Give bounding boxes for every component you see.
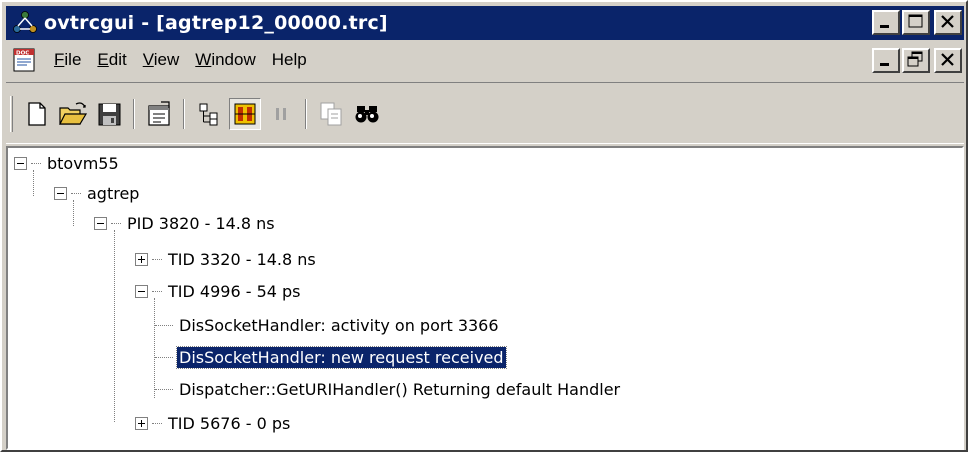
- tree-connector: [31, 162, 41, 164]
- menu-edit-accel: E: [97, 50, 109, 69]
- minimize-icon: [880, 25, 889, 28]
- collapse-icon[interactable]: [94, 216, 107, 230]
- tree-node-label: btovm55: [47, 153, 119, 173]
- open-folder-icon: [59, 102, 88, 125]
- title-bar[interactable]: ovtrcgui - [agtrep12_00000.trc]: [6, 6, 964, 40]
- tree-node[interactable]: Dispatcher::GetURIHandler() Returning de…: [155, 374, 622, 404]
- toolbar: [6, 82, 964, 144]
- tree-node[interactable]: TID 3320 - 14.8 ns: [135, 244, 318, 274]
- properties-button[interactable]: [143, 98, 175, 130]
- close-icon: [941, 15, 954, 28]
- tree-node[interactable]: btovm55: [14, 148, 121, 178]
- tree-connector: [111, 222, 121, 224]
- tree-node-label: TID 4996 - 54 ps: [168, 281, 301, 301]
- tree-node-label: Dispatcher::GetURIHandler() Returning de…: [179, 379, 621, 399]
- tree-connector: [114, 230, 115, 422]
- minimize-icon: [880, 63, 889, 66]
- pause-icon: [276, 108, 286, 120]
- menu-view[interactable]: View: [135, 50, 188, 70]
- document-icon[interactable]: DOC: [12, 47, 38, 73]
- menu-file-label: ile: [64, 50, 82, 69]
- highlight-button[interactable]: [229, 98, 261, 130]
- properties-icon: [148, 101, 170, 126]
- close-icon: [941, 53, 954, 66]
- tree-node[interactable]: PID 3820 - 14.8 ns: [94, 208, 277, 238]
- tree-connector: [152, 290, 162, 292]
- menu-view-label: iew: [153, 50, 180, 69]
- toolbar-grip[interactable]: [10, 96, 13, 132]
- caption-buttons: [872, 10, 962, 35]
- find-icon: [355, 106, 379, 123]
- menu-window-label: indow: [211, 50, 256, 69]
- restore-icon: [907, 51, 923, 67]
- app-network-icon: [12, 10, 38, 36]
- copy-icon: [320, 102, 342, 126]
- tree-node-label: TID 5676 - 0 ps: [168, 413, 291, 433]
- collapse-icon[interactable]: [135, 284, 148, 298]
- svg-text:DOC: DOC: [16, 51, 29, 57]
- tree-connector: [152, 422, 162, 424]
- new-button[interactable]: [21, 98, 53, 130]
- expand-icon[interactable]: [135, 252, 148, 266]
- window-title: ovtrcgui - [agtrep12_00000.trc]: [44, 12, 388, 34]
- toolbar-separator: [183, 99, 185, 129]
- menu-help[interactable]: Help: [264, 50, 315, 70]
- pause-button[interactable]: [265, 98, 297, 130]
- find-button[interactable]: [351, 98, 383, 130]
- open-button[interactable]: [57, 98, 89, 130]
- tree-connector: [152, 258, 162, 260]
- copy-button[interactable]: [315, 98, 347, 130]
- menu-edit[interactable]: Edit: [89, 50, 134, 70]
- menu-file-accel: F: [54, 50, 65, 69]
- mdi-minimize-button[interactable]: [872, 48, 900, 73]
- mdi-caption-buttons: [872, 48, 962, 73]
- tree-node-label: TID 3320 - 14.8 ns: [168, 249, 316, 269]
- menu-file[interactable]: File: [46, 50, 89, 70]
- tree-view-button[interactable]: [193, 98, 225, 130]
- menu-view-accel: V: [142, 50, 154, 69]
- save-icon: [98, 103, 121, 126]
- tree-connector: [155, 388, 173, 390]
- menu-edit-label: dit: [108, 50, 127, 69]
- menu-window-accel: W: [195, 50, 212, 69]
- maximize-icon: [908, 14, 923, 28]
- tree-node-selected[interactable]: DisSocketHandler: new request received: [155, 342, 507, 372]
- collapse-icon[interactable]: [14, 156, 27, 170]
- trace-tree-view[interactable]: btovm55 agtrep PID 3820 - 14.8 ns TID 33…: [6, 146, 964, 450]
- tree-connector: [155, 324, 173, 326]
- toolbar-separator: [133, 99, 135, 129]
- tree-node-label: DisSocketHandler: new request received: [176, 345, 507, 369]
- tree-connector: [71, 192, 81, 194]
- menu-window[interactable]: Window: [187, 50, 263, 70]
- menu-bar: DOC File Edit View Window Help: [6, 42, 964, 78]
- tree-connector: [155, 356, 173, 358]
- mdi-restore-button[interactable]: [902, 48, 930, 73]
- menu-help-label: Help: [271, 50, 307, 69]
- tree-view-icon: [199, 103, 218, 126]
- app-window: ovtrcgui - [agtrep12_00000.trc] DOC File…: [0, 0, 968, 452]
- collapse-icon[interactable]: [54, 186, 67, 200]
- tree-node-label: DisSocketHandler: activity on port 3366: [179, 315, 499, 335]
- tree-node[interactable]: DisSocketHandler: activity on port 3366: [155, 310, 501, 340]
- maximize-button[interactable]: [902, 10, 930, 35]
- expand-icon[interactable]: [135, 416, 148, 430]
- new-icon: [28, 102, 46, 126]
- highlight-icon: [234, 103, 256, 125]
- tree-node[interactable]: TID 5676 - 0 ps: [135, 408, 292, 438]
- toolbar-separator: [305, 99, 307, 129]
- tree-node[interactable]: TID 4996 - 54 ps: [135, 276, 303, 306]
- tree-node[interactable]: agtrep: [54, 178, 141, 208]
- minimize-button[interactable]: [872, 10, 900, 35]
- mdi-close-button[interactable]: [934, 48, 962, 73]
- tree-node-label: PID 3820 - 14.8 ns: [127, 213, 275, 233]
- save-button[interactable]: [93, 98, 125, 130]
- tree-node-label: agtrep: [87, 183, 140, 203]
- close-button[interactable]: [934, 10, 962, 35]
